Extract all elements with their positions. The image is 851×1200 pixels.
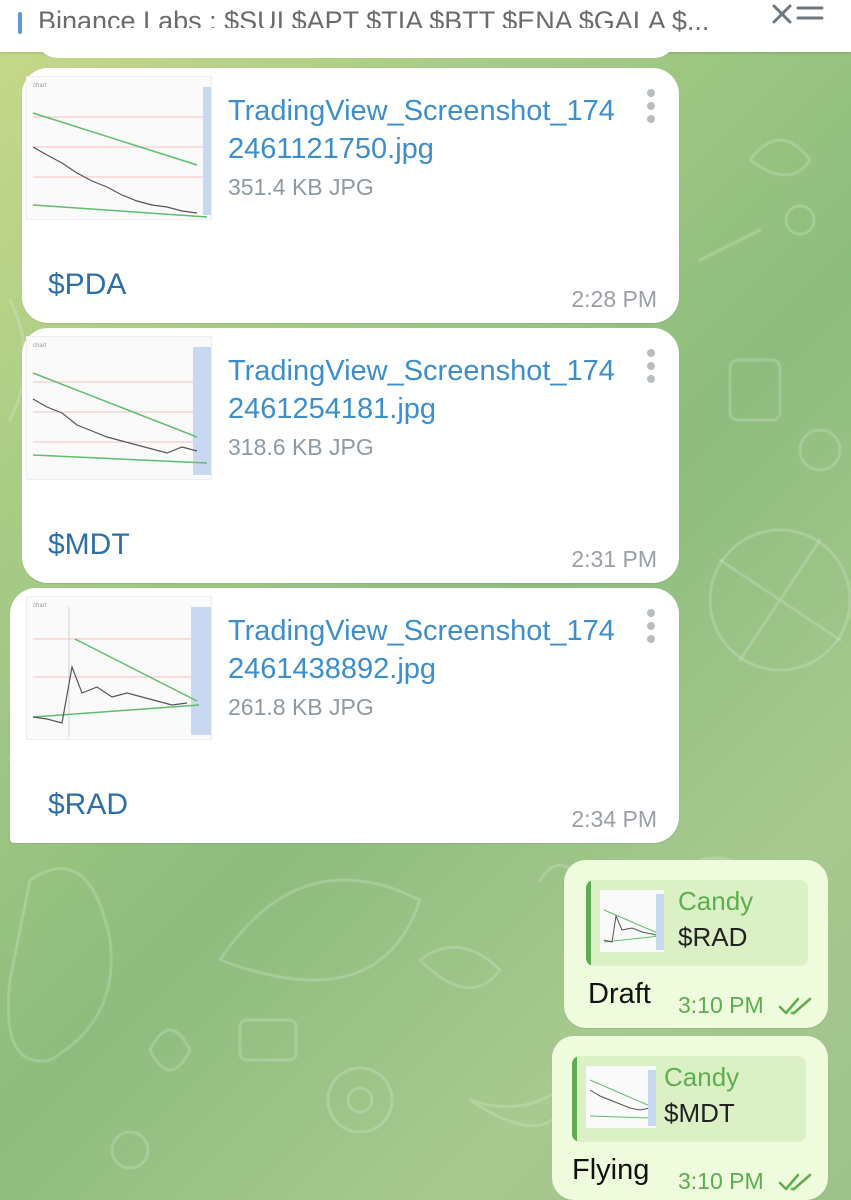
pinned-accent-bar: [18, 12, 22, 34]
reply-quote-bar: [586, 880, 591, 966]
reply-text: Draft: [588, 978, 651, 1010]
reply-quote-thumbnail: [600, 890, 664, 952]
double-check-icon: [778, 997, 812, 1015]
reply-time: 3:10 PM: [678, 1168, 764, 1194]
file-message[interactable]: chart TradingView_Screenshot_17424612541…: [22, 328, 679, 583]
message-time: 2:28 PM: [571, 286, 657, 312]
file-size: 318.6 KB JPG: [228, 434, 374, 460]
file-size: 351.4 KB JPG: [228, 174, 374, 200]
reply-quote-author: Candy: [664, 1062, 740, 1092]
reply-quote-author: Candy: [678, 886, 754, 916]
message-caption: $PDA: [48, 268, 127, 301]
file-thumbnail[interactable]: chart: [26, 596, 212, 740]
message-caption: $MDT: [48, 528, 130, 561]
reply-quote-thumbnail: [586, 1066, 656, 1128]
svg-text:chart: chart: [33, 343, 47, 349]
outgoing-reply-message[interactable]: Candy $RAD Draft 3:10 PM: [564, 860, 828, 1028]
reply-quote[interactable]: Candy $MDT: [572, 1056, 806, 1142]
file-message[interactable]: chart TradingView_Screenshot_17424611217…: [22, 68, 679, 323]
chart-thumbnail-image: chart: [32, 603, 211, 737]
more-vert-icon[interactable]: [644, 608, 658, 644]
message-time: 2:34 PM: [571, 806, 657, 832]
reply-time: 3:10 PM: [678, 992, 764, 1018]
file-thumbnail[interactable]: chart: [26, 76, 212, 220]
svg-text:chart: chart: [33, 83, 47, 89]
file-size: 261.8 KB JPG: [228, 694, 374, 720]
previous-message-bubble: [36, 28, 676, 58]
file-thumbnail[interactable]: chart: [26, 336, 212, 480]
svg-text:chart: chart: [33, 603, 47, 609]
pinned-list-icon[interactable]: [770, 0, 826, 36]
reply-quote-bar: [572, 1056, 577, 1142]
reply-quote[interactable]: Candy $RAD: [586, 880, 808, 966]
more-vert-icon[interactable]: [644, 348, 658, 384]
more-vert-icon[interactable]: [644, 88, 658, 124]
chart-thumbnail-image: chart: [32, 83, 211, 218]
outgoing-reply-message[interactable]: Candy $MDT Flying 3:10 PM: [552, 1036, 828, 1200]
file-message[interactable]: chart TradingView_Screenshot_17424614388…: [10, 588, 679, 843]
reply-text: Flying: [572, 1154, 650, 1186]
double-check-icon: [778, 1173, 812, 1191]
file-name[interactable]: TradingView_Screenshot_1742461438892.jpg: [228, 612, 628, 688]
reply-quote-text: $RAD: [678, 922, 748, 952]
chart-thumbnail-image: chart: [32, 343, 211, 475]
message-time: 2:31 PM: [571, 546, 657, 572]
message-caption: $RAD: [48, 788, 129, 821]
file-name[interactable]: TradingView_Screenshot_1742461121750.jpg: [228, 92, 628, 168]
file-name[interactable]: TradingView_Screenshot_1742461254181.jpg: [228, 352, 628, 428]
reply-quote-text: $MDT: [664, 1098, 735, 1128]
